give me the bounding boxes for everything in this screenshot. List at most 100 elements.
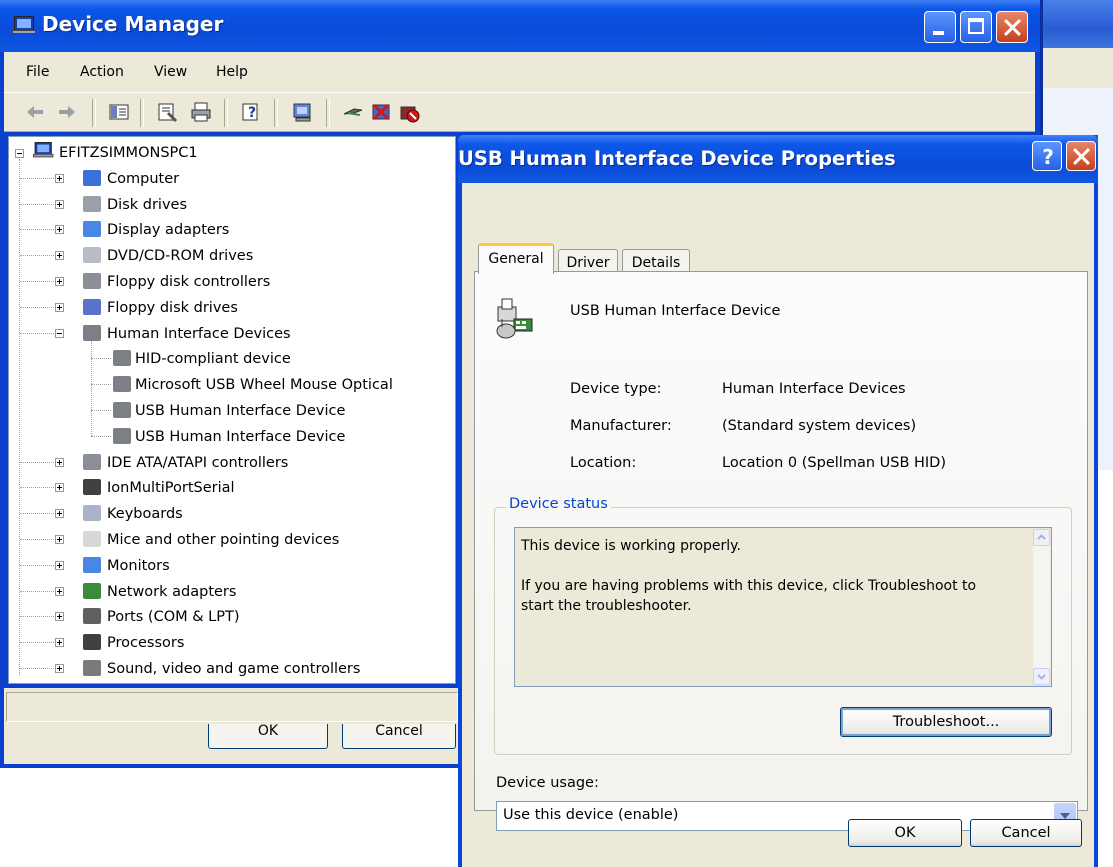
tree-expand-toggle[interactable] [55,329,64,338]
toolbar-separator [274,99,278,127]
hid-device-icon [496,298,533,339]
tree-expand-toggle[interactable] [55,587,64,596]
chevron-up-icon [1037,534,1046,540]
update-driver-icon[interactable] [342,101,364,123]
dialog-body: General Driver Details USB Human Interfa… [462,183,1094,867]
tree-item[interactable]: Mice and other pointing devices [107,528,339,552]
scan-hardware-icon[interactable] [292,101,314,123]
menu-bar: File Action View Help [4,52,1035,92]
dialog-titlebar[interactable]: USB Human Interface Device Properties ? [458,135,1098,183]
tree-item[interactable]: DVD/CD-ROM drives [107,244,253,268]
computer-icon [12,16,36,34]
help-icon[interactable]: ? [240,101,262,123]
tree-expand-toggle[interactable] [55,225,64,234]
menu-action[interactable]: Action [80,64,124,80]
scroll-down-button[interactable] [1033,668,1050,685]
forward-arrow-icon[interactable] [56,101,78,123]
tree-item[interactable]: Network adapters [107,580,236,604]
tree-item[interactable]: Computer [107,167,179,191]
keyboard-icon [83,505,101,521]
sound-icon [83,660,101,676]
device-manager-titlebar[interactable]: Device Manager [0,0,1040,52]
floppy-controller-icon [83,273,101,289]
device-status-textbox[interactable]: This device is working properly. If you … [514,527,1052,687]
tree-item[interactable]: IonMultiPortSerial [107,476,235,500]
hid-icon [113,402,131,418]
tree-expand-toggle[interactable] [55,509,64,518]
tree-expand-toggle[interactable] [55,561,64,570]
tree-child-item[interactable]: USB Human Interface Device [135,425,345,449]
manufacturer-label: Manufacturer: [570,418,672,434]
properties-dialog: USB Human Interface Device Properties ? … [458,135,1098,867]
device-status-title: Device status [506,496,611,512]
print-icon[interactable] [190,101,212,123]
cancel-button[interactable]: Cancel [970,819,1082,847]
dialog-close-button[interactable] [1066,141,1096,171]
computer-icon [83,170,101,186]
device-name: USB Human Interface Device [570,303,781,319]
tree-expand-toggle[interactable] [55,303,64,312]
tree-item[interactable]: Sound, video and game controllers [107,657,360,681]
hid-icon [113,376,131,392]
dialog-title: USB Human Interface Device Properties [458,147,896,170]
display-adapter-icon [83,221,101,237]
tree-collapse-toggle[interactable] [15,149,24,158]
tree-expand-toggle[interactable] [55,200,64,209]
tree-expand-toggle[interactable] [55,458,64,467]
tree-expand-toggle[interactable] [55,174,64,183]
device-status-text: This device is working properly. If you … [521,538,977,614]
tree-expand-toggle[interactable] [55,277,64,286]
tree-expand-toggle[interactable] [55,664,64,673]
help-button[interactable]: ? [1032,141,1062,171]
device-type-value: Human Interface Devices [722,381,906,397]
tree-root[interactable]: EFITZSIMMONSPC1 [59,141,198,165]
manufacturer-value: (Standard system devices) [722,418,917,434]
toolbar-separator [92,99,96,127]
tree-item[interactable]: Human Interface Devices [107,322,291,346]
processor-icon [83,634,101,650]
tree-child-item[interactable]: Microsoft USB Wheel Mouse Optical [135,373,393,397]
tree-item[interactable]: Processors [107,631,184,655]
device-usage-value: Use this device (enable) [503,807,679,823]
tree-expand-toggle[interactable] [55,612,64,621]
menu-file[interactable]: File [26,64,49,80]
serial-port-icon [83,479,101,495]
show-hide-tree-icon[interactable] [108,101,130,123]
properties-icon[interactable] [156,101,178,123]
ports-icon [83,608,101,624]
minimize-button[interactable] [924,11,956,43]
maximize-button[interactable] [960,11,992,43]
status-scrollbar[interactable] [1033,529,1050,685]
scroll-up-button[interactable] [1033,529,1050,546]
menu-view[interactable]: View [154,64,187,80]
tree-item[interactable]: Monitors [107,554,170,578]
tab-general[interactable]: General [478,243,554,274]
tree-expand-toggle[interactable] [55,535,64,544]
tree-item[interactable]: Ports (COM & LPT) [107,605,239,629]
tree-item[interactable]: Floppy disk drives [107,296,238,320]
ok-button[interactable]: OK [848,819,962,847]
tree-expand-toggle[interactable] [55,638,64,647]
tree-item[interactable]: Display adapters [107,218,229,242]
dvd-drive-icon [83,247,101,263]
uninstall-icon[interactable] [370,101,392,123]
tree-expand-toggle[interactable] [55,483,64,492]
tree-item[interactable]: Keyboards [107,502,183,526]
ide-controller-icon [83,454,101,470]
toolbar-separator [140,99,144,127]
device-tree[interactable]: EFITZSIMMONSPC1 Computer Disk drives Displa… [8,136,456,684]
menu-help[interactable]: Help [216,64,248,80]
disable-device-icon[interactable] [398,101,420,123]
back-arrow-icon[interactable] [24,101,46,123]
status-bar-pane [6,692,458,722]
tree-item[interactable]: Floppy disk controllers [107,270,270,294]
toolbar-separator [224,99,228,127]
tree-child-item[interactable]: USB Human Interface Device [135,399,345,423]
tree-item[interactable]: IDE ATA/ATAPI controllers [107,451,288,475]
close-button[interactable] [996,11,1028,43]
tree-expand-toggle[interactable] [55,251,64,260]
tree-child-item[interactable]: HID-compliant device [135,347,291,371]
troubleshoot-button[interactable]: Troubleshoot... [840,707,1052,737]
disk-drive-icon [83,196,101,212]
tree-item[interactable]: Disk drives [107,193,187,217]
